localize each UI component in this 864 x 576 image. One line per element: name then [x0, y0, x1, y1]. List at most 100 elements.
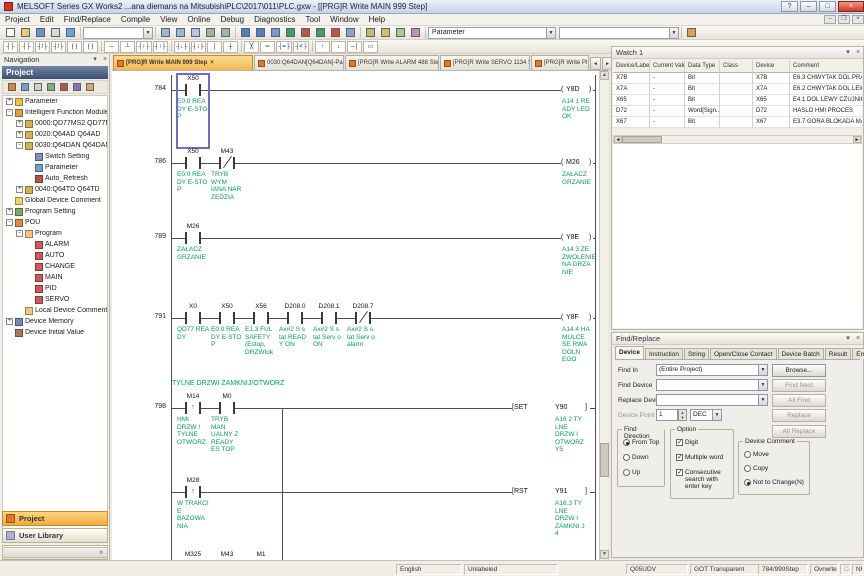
monitor-start-icon[interactable] — [283, 26, 298, 39]
ladder-symbol-16-icon[interactable]: ┤=├ — [276, 41, 292, 53]
chevron-down-icon[interactable]: ▼ — [758, 380, 767, 390]
tree-item-0030-q64dan-q64dan[interactable]: -0030:Q64DAN Q64DAN — [3, 140, 107, 151]
find-next-button[interactable]: Find Next — [772, 379, 826, 392]
help-drop-icon[interactable] — [63, 26, 78, 39]
tree-item-program[interactable]: -Program — [3, 228, 107, 239]
expand-icon[interactable]: + — [16, 120, 23, 127]
find-in-select[interactable]: (Entire Project)▼ — [656, 364, 768, 376]
ladder-symbol-12-icon[interactable]: │ — [207, 41, 222, 53]
nav-tool-3-icon[interactable] — [44, 81, 57, 93]
ladder-symbol-3-icon[interactable]: ┤/├ — [51, 41, 66, 53]
tree-item-main[interactable]: MAIN — [3, 272, 107, 283]
chevron-down-icon[interactable]: ▼ — [143, 28, 152, 38]
tree-item-auto[interactable]: AUTO — [3, 250, 107, 261]
nav-tool-0-icon[interactable] — [5, 81, 18, 93]
find-direction-up[interactable]: Up — [623, 469, 640, 476]
tree-item-global-device-comment[interactable]: Global Device Comment — [3, 195, 107, 206]
browse-button[interactable]: Browse... — [772, 364, 826, 377]
tree-item-program-setting[interactable]: +Program Setting — [3, 206, 107, 217]
print-icon[interactable] — [48, 26, 63, 39]
tree-item-0020-q64ad-q64ad[interactable]: +0020:Q64AD Q64AD — [3, 129, 107, 140]
ladder-symbol-15-icon[interactable]: ═ — [260, 41, 275, 53]
mdi-minimize-icon[interactable]: – — [824, 15, 836, 24]
ladder-symbol-9-icon[interactable]: ┤↑├ — [153, 41, 169, 53]
ladder-symbol-5-icon[interactable]: ( ) — [83, 41, 98, 53]
expand-icon[interactable]: + — [16, 186, 23, 193]
ladder-symbol-10-icon[interactable]: ┤↓├ — [174, 41, 190, 53]
maximize-icon[interactable]: □ — [819, 1, 836, 12]
help-button[interactable]: ? — [781, 1, 798, 12]
statement-display-icon[interactable] — [393, 26, 408, 39]
watch-row[interactable]: D72-Word[Sign...D72HASLO HMI PROCES — [613, 106, 862, 117]
chevron-down-icon[interactable]: ▼ — [758, 365, 767, 375]
all-find-button[interactable]: All Find — [772, 394, 826, 407]
tree-item-servo[interactable]: SERVO — [3, 294, 107, 305]
nav-tool-1-icon[interactable] — [18, 81, 31, 93]
menu-debug[interactable]: Debug — [216, 14, 250, 26]
tree-item-switch-setting[interactable]: Switch Setting — [3, 151, 107, 162]
tree-item-pid[interactable]: PID — [3, 283, 107, 294]
watch-start-icon[interactable] — [313, 26, 328, 39]
watch-stop-icon[interactable] — [328, 26, 343, 39]
tree-item-device-memory[interactable]: +Device Memory — [3, 316, 107, 327]
option-consecutive-search-with-enter-key[interactable]: ✓Consecutive search with enter key — [676, 469, 733, 490]
menu-diagnostics[interactable]: Diagnostics — [249, 14, 300, 26]
watch-row[interactable]: X7A-BitX7AE6.2 CHWYTAK DOL LEWY WO — [613, 84, 862, 95]
device-point-input[interactable]: 1 — [656, 409, 678, 421]
editor-tab-1[interactable]: 0030:Q64DAN[Q64DAN]-Parame... — [254, 55, 344, 70]
watch-horizontal-scrollbar[interactable]: ◄► — [613, 135, 862, 144]
device-comment-not-to-change-n-[interactable]: Not to Change(N) — [744, 479, 804, 486]
verify-with-plc-icon[interactable] — [268, 26, 283, 39]
scroll-right-icon[interactable]: ► — [853, 136, 861, 143]
tree-item-parameter[interactable]: Parameter — [3, 162, 107, 173]
option-multiple-word[interactable]: ✓Multiple word — [676, 454, 723, 461]
option-digit[interactable]: ✓Digit — [676, 439, 698, 446]
nav-tool-5-icon[interactable] — [70, 81, 83, 93]
tree-item-local-device-comment[interactable]: Local Device Comment — [3, 305, 107, 316]
pin-icon[interactable]: ▾ — [843, 47, 853, 58]
find-tab-instruction[interactable]: Instruction — [645, 348, 683, 359]
ladder-symbol-4-icon[interactable]: ( ) — [67, 41, 82, 53]
nav-tool-6-icon[interactable] — [83, 81, 96, 93]
read-from-plc-icon[interactable] — [253, 26, 268, 39]
monitor-stop-icon[interactable] — [298, 26, 313, 39]
tree-item-change[interactable]: CHANGE — [3, 261, 107, 272]
ladder-symbol-17-icon[interactable]: ┤<├ — [293, 41, 309, 53]
redo-icon[interactable] — [218, 26, 233, 39]
zoom-icon[interactable] — [363, 26, 378, 39]
cut-icon[interactable] — [158, 26, 173, 39]
editor-tab-2[interactable]: [PRG]R Write ALARM 488 Step — [345, 55, 439, 70]
scrollbar-thumb[interactable] — [600, 443, 609, 477]
ladder-symbol-1-icon[interactable]: ┤├ — [19, 41, 34, 53]
ladder-symbol-14-icon[interactable]: ╳ — [244, 41, 259, 53]
scroll-down-icon[interactable]: ▼ — [600, 550, 609, 559]
scroll-up-icon[interactable]: ▲ — [600, 71, 609, 80]
minimize-icon[interactable]: – — [800, 1, 817, 12]
menu-project[interactable]: Project — [0, 14, 35, 26]
tree-item-device-initial-value[interactable]: Device Initial Value — [3, 327, 107, 338]
scrollbar-thumb[interactable] — [622, 136, 662, 143]
ladder-symbol-13-icon[interactable]: ┼ — [223, 41, 238, 53]
pin-icon[interactable]: ▾ — [843, 333, 853, 344]
menu-view[interactable]: View — [155, 14, 182, 26]
find-device-input[interactable]: ▼ — [656, 379, 768, 391]
parameter-select[interactable]: Parameter▼ — [428, 27, 556, 39]
pin-icon[interactable]: ▾ — [90, 54, 100, 66]
find-tab-open-close-contact[interactable]: Open/Close Contact — [710, 348, 777, 359]
watch-row[interactable]: X65-BitX65E4.1 DOL LEWY CZUJNIK OBEC — [613, 95, 862, 106]
tree-item-alarm[interactable]: ALARM — [3, 239, 107, 250]
mdi-close-icon[interactable]: × — [852, 15, 864, 24]
ladder-symbol-2-icon[interactable]: ┤/├ — [35, 41, 50, 53]
menu-edit[interactable]: Edit — [35, 14, 59, 26]
ladder-symbol-21-icon[interactable]: ▭ — [363, 41, 378, 53]
chevron-down-icon[interactable]: ▼ — [669, 28, 678, 38]
editor-tab-0[interactable]: [PRG]R Write MAIN 999 Step× — [113, 55, 253, 70]
tree-item-auto-refresh[interactable]: Auto_Refresh — [3, 173, 107, 184]
new-icon[interactable] — [3, 26, 18, 39]
menu-findreplace[interactable]: Find/Replace — [59, 14, 116, 26]
nav-tool-2-icon[interactable] — [31, 81, 44, 93]
watch-row[interactable]: X7B-BitX7BE6.3 CHWYTAK DÓL PRAWY W — [613, 73, 862, 84]
secondary-select[interactable]: ▼ — [559, 27, 679, 39]
menu-compile[interactable]: Compile — [116, 14, 155, 26]
all-replace-button[interactable]: All Replace — [772, 425, 826, 438]
